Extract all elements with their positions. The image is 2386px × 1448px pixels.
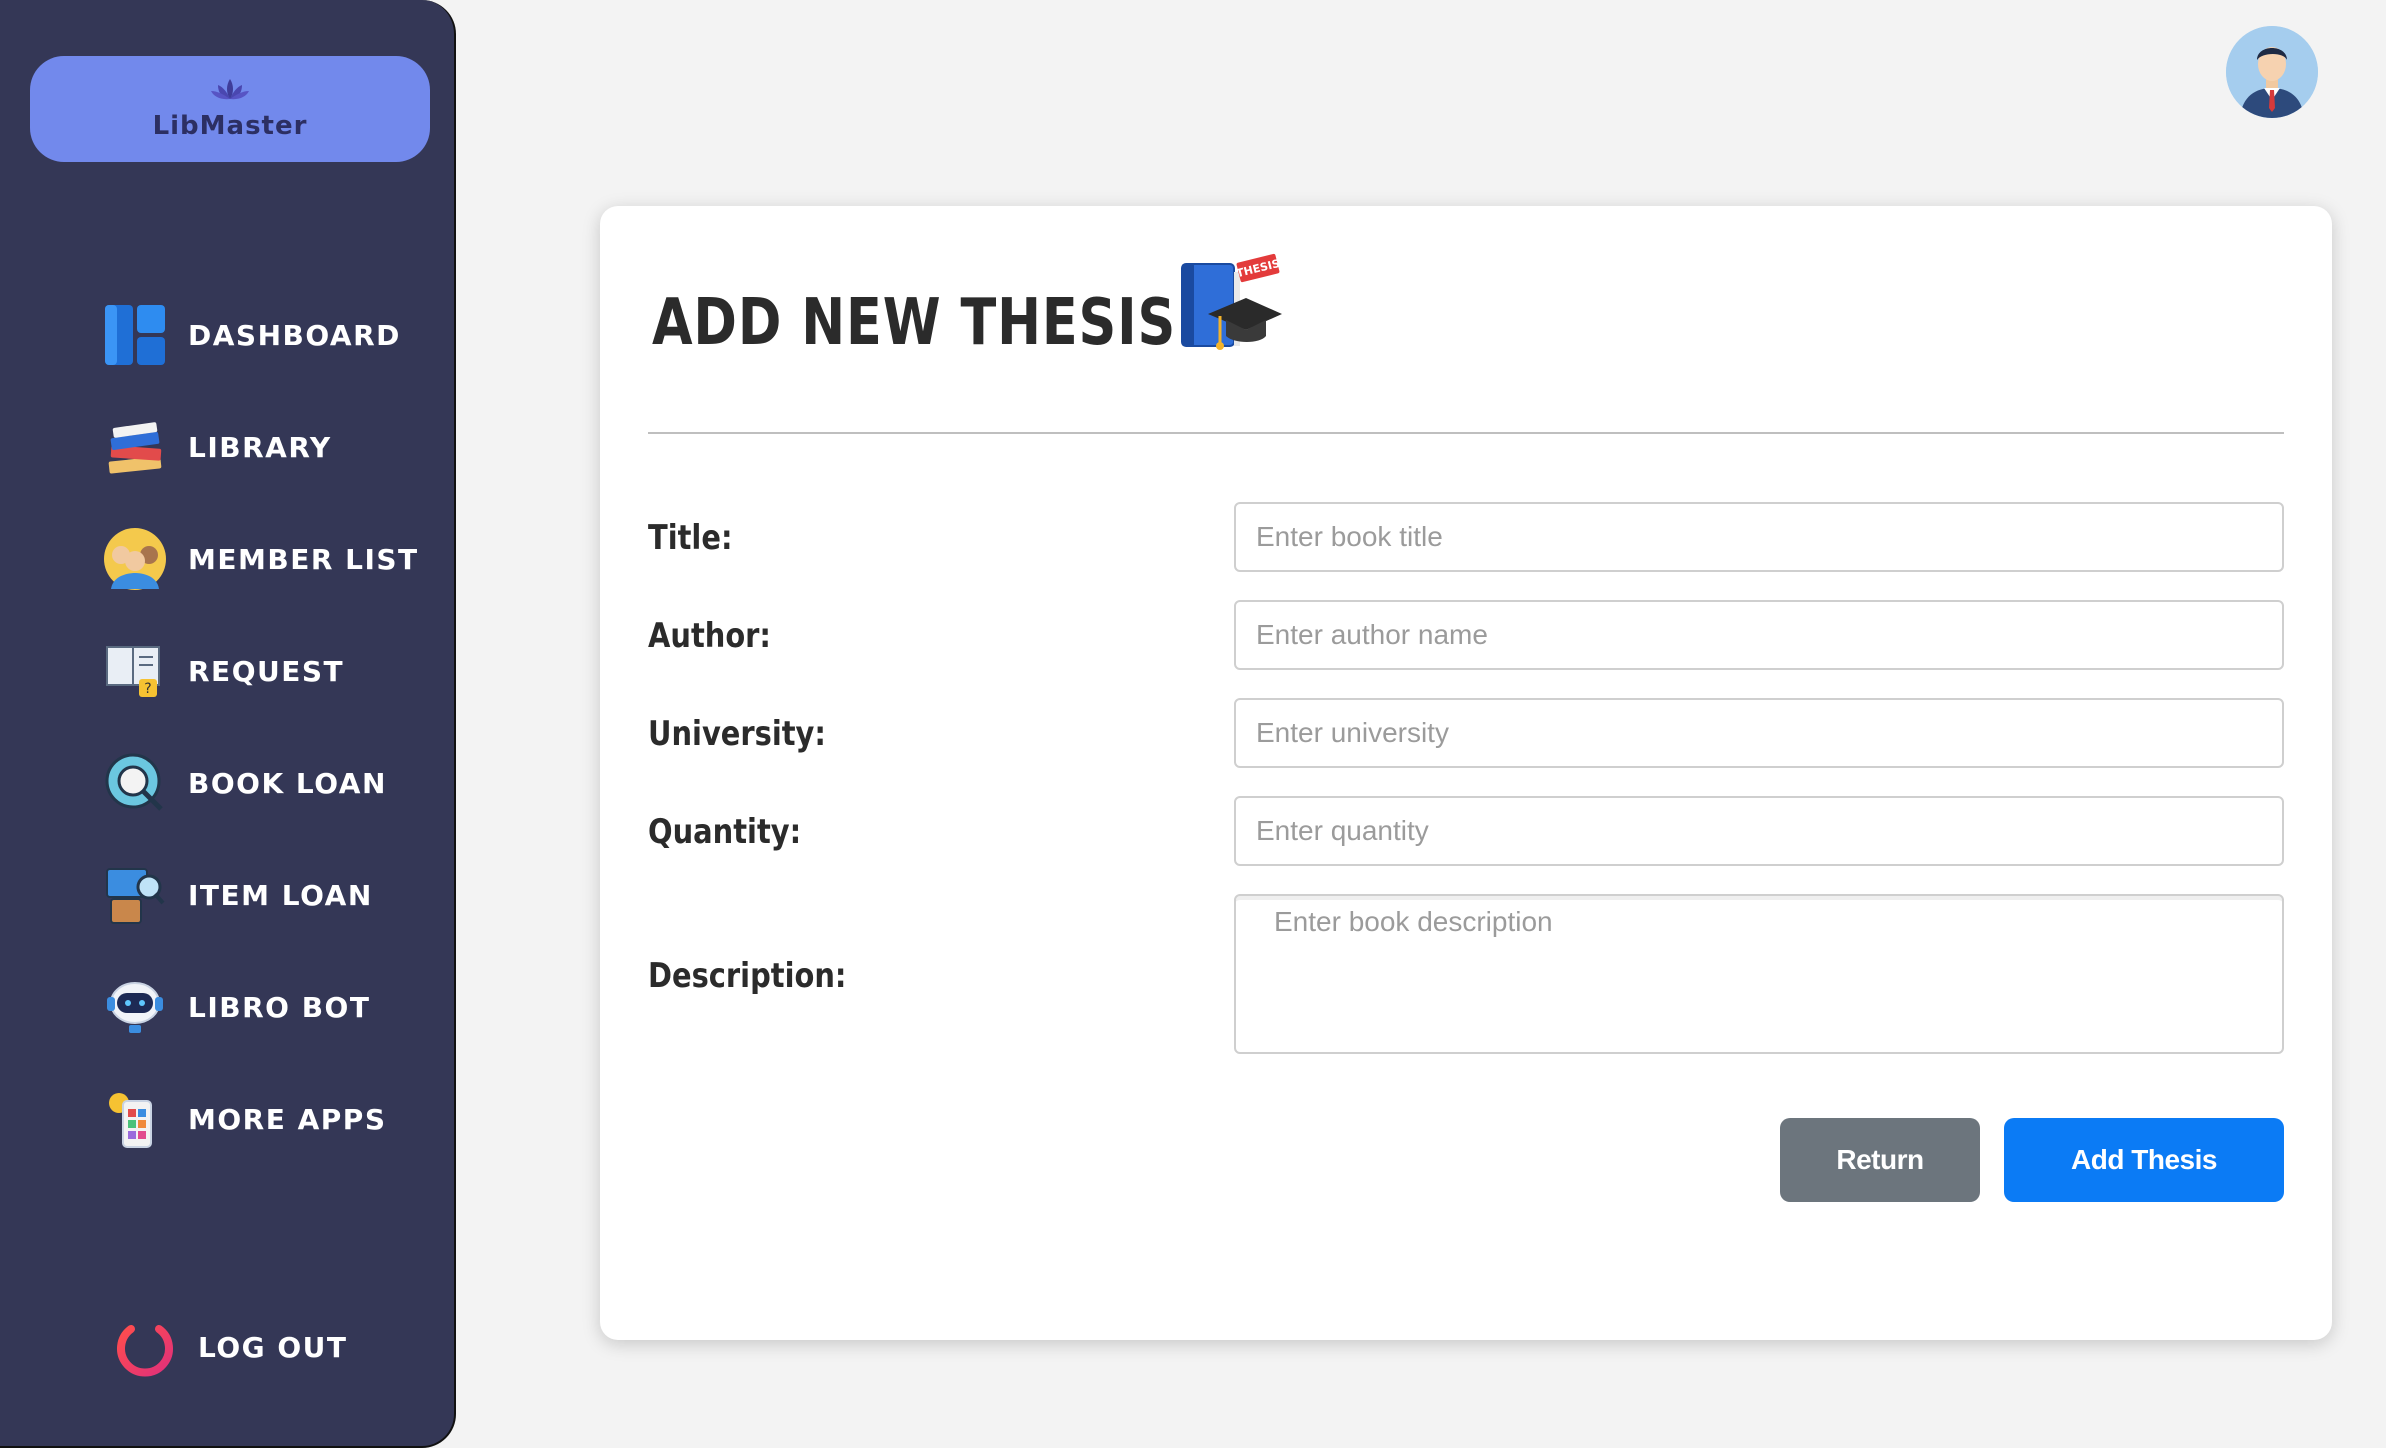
books-icon	[100, 412, 170, 482]
sidebar-item-label: BOOK LOAN	[188, 766, 387, 800]
sidebar-item-label: ITEM LOAN	[188, 878, 373, 912]
dashboard-icon	[100, 300, 170, 370]
description-label: Description:	[648, 956, 847, 996]
app-logo[interactable]: LibMaster	[30, 56, 430, 162]
return-button[interactable]: Return	[1780, 1118, 1980, 1202]
app-name: LibMaster	[152, 111, 308, 141]
title-input[interactable]	[1234, 502, 2284, 572]
logout-label: LOG OUT	[198, 1330, 348, 1364]
quantity-label: Quantity:	[648, 812, 802, 852]
sidebar-item-label: MORE APPS	[188, 1102, 387, 1136]
add-thesis-card: ADD NEW THESIS THESIS Title: Author: Uni…	[600, 206, 2332, 1340]
svg-text:?: ?	[144, 681, 151, 697]
quantity-input[interactable]	[1234, 796, 2284, 866]
sidebar-item-more-apps[interactable]: MORE APPS	[100, 1084, 386, 1154]
members-icon	[100, 524, 170, 594]
sidebar-item-label: LIBRO BOT	[188, 990, 371, 1024]
lotus-logo-icon	[211, 79, 249, 100]
book-loan-icon	[100, 748, 170, 818]
sidebar-item-label: REQUEST	[188, 654, 345, 688]
author-input[interactable]	[1234, 600, 2284, 670]
university-input[interactable]	[1234, 698, 2284, 768]
user-avatar-icon	[2226, 26, 2318, 118]
sidebar-item-label: MEMBER LIST	[188, 542, 419, 576]
sidebar-item-libro-bot[interactable]: LIBRO BOT	[100, 972, 370, 1042]
logout-button[interactable]: LOG OUT	[110, 1312, 348, 1382]
more-apps-icon	[100, 1084, 170, 1154]
robot-icon	[100, 972, 170, 1042]
sidebar-item-label: DASHBOARD	[188, 318, 401, 352]
author-label: Author:	[648, 616, 771, 656]
sidebar-item-member-list[interactable]: MEMBER LIST	[100, 524, 419, 594]
sidebar-item-book-loan[interactable]: BOOK LOAN	[100, 748, 387, 818]
sidebar-item-dashboard[interactable]: DASHBOARD	[100, 300, 401, 370]
description-textarea[interactable]	[1234, 894, 2284, 1054]
title-label: Title:	[648, 518, 733, 558]
sidebar-item-label: LIBRARY	[188, 430, 332, 464]
sidebar: LibMaster DASHBOARD LIBRARY MEMBER LIST …	[0, 0, 456, 1448]
thesis-book-graduation-cap-icon: THESIS	[1181, 253, 1282, 350]
page-title: ADD NEW THESIS	[652, 286, 1177, 360]
sidebar-item-item-loan[interactable]: ITEM LOAN	[100, 860, 373, 930]
power-icon	[110, 1312, 180, 1382]
sidebar-item-request[interactable]: ? REQUEST	[100, 636, 344, 706]
university-label: University:	[648, 714, 826, 754]
item-loan-icon	[100, 860, 170, 930]
add-thesis-button[interactable]: Add Thesis	[2004, 1118, 2284, 1202]
request-icon: ?	[100, 636, 170, 706]
user-avatar[interactable]	[2226, 26, 2318, 118]
title-divider	[648, 432, 2284, 434]
sidebar-item-library[interactable]: LIBRARY	[100, 412, 332, 482]
